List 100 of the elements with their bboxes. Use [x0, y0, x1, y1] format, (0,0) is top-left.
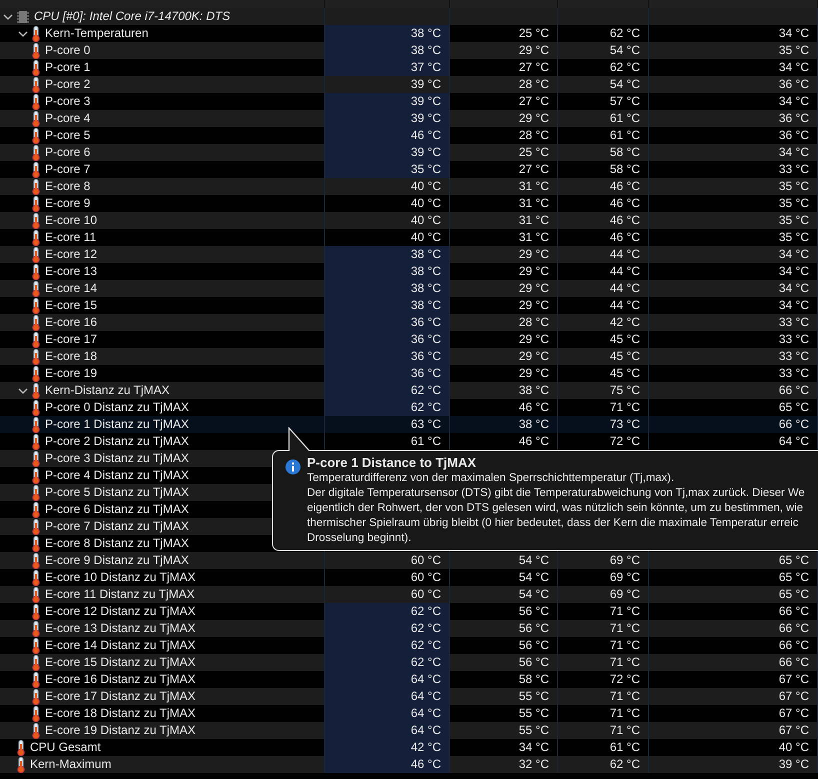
- value-cell: 38 °C: [325, 280, 450, 297]
- value-cell: 39 °C: [325, 110, 450, 127]
- sensor-label: E-core 11 Distanz zu TjMAX: [45, 586, 195, 603]
- table-row[interactable]: P-core 6 39 °C 25 °C 58 °C 34 °C: [0, 144, 818, 161]
- sensor-label: P-core 5: [45, 127, 90, 144]
- table-row[interactable]: E-core 17 Distanz zu TjMAX 64 °C 55 °C 71 °C 67 °C: [0, 688, 818, 705]
- sensor-label: E-core 12: [45, 246, 98, 263]
- sensor-label: E-core 15: [45, 297, 98, 314]
- table-row[interactable]: E-core 16 36 °C 28 °C 42 °C 33 °C: [0, 314, 818, 331]
- sensor-label: Kern-Maximum: [30, 756, 112, 773]
- sensor-label: P-core 0: [45, 42, 90, 59]
- value-cell: 37 °C: [325, 59, 450, 76]
- value-cell: 62 °C: [558, 756, 649, 773]
- value-cell: 39 °C: [325, 144, 450, 161]
- sensor-label: P-core 4: [45, 110, 90, 127]
- table-row[interactable]: Kern-Distanz zu TjMAX 62 °C 38 °C 75 °C 66 °C: [0, 382, 818, 399]
- sensor-label: P-core 6: [45, 144, 90, 161]
- value-cell: 42 °C: [325, 739, 450, 756]
- sensor-label: E-core 15 Distanz zu TjMAX: [45, 654, 196, 671]
- sensor-label: E-core 10: [45, 212, 98, 229]
- sensor-label: P-core 2 Distanz zu TjMAX: [45, 433, 189, 450]
- sensor-label: E-core 13 Distanz zu TjMAX: [45, 620, 196, 637]
- table-row[interactable]: E-core 13 Distanz zu TjMAX 62 °C 56 °C 71 °C 66 °C: [0, 620, 818, 637]
- table-row[interactable]: E-core 8 40 °C 31 °C 46 °C 35 °C: [0, 178, 818, 195]
- sensor-label: CPU Gesamt: [30, 739, 101, 756]
- chip-icon: [17, 10, 29, 24]
- sensor-label: E-core 19: [45, 365, 98, 382]
- sensor-label: E-core 16 Distanz zu TjMAX: [45, 671, 196, 688]
- sensor-label: E-core 16: [45, 314, 98, 331]
- device-label: CPU [#0]: Intel Core i7-14700K: DTS: [34, 8, 230, 25]
- sensor-label: E-core 14 Distanz zu TjMAX: [45, 637, 196, 654]
- value-cell: 39 °C: [325, 93, 450, 110]
- table-row[interactable]: P-core 2 39 °C 28 °C 54 °C 36 °C: [0, 76, 818, 93]
- value-cell: 64 °C: [325, 722, 450, 739]
- sensor-label: P-core 3: [45, 93, 90, 110]
- table-row[interactable]: E-core 10 40 °C 31 °C 46 °C 35 °C: [0, 212, 818, 229]
- sensor-label: E-core 11: [45, 229, 96, 246]
- sensor-label: E-core 19 Distanz zu TjMAX: [45, 722, 196, 739]
- value-cell: 62 °C: [325, 382, 450, 399]
- sensor-label: E-core 13: [45, 263, 98, 280]
- sensor-label: P-core 6 Distanz zu TjMAX: [45, 501, 189, 518]
- table-row[interactable]: P-core 0 38 °C 29 °C 54 °C 35 °C: [0, 42, 818, 59]
- table-row[interactable]: E-core 19 Distanz zu TjMAX 64 °C 55 °C 71 °C 67 °C: [0, 722, 818, 739]
- sensor-label: E-core 8 Distanz zu TjMAX: [45, 535, 189, 552]
- value-cell: 36 °C: [325, 365, 450, 382]
- table-row[interactable]: E-core 14 38 °C 29 °C 44 °C 34 °C: [0, 280, 818, 297]
- sensor-label: E-core 12 Distanz zu TjMAX: [45, 603, 196, 620]
- value-cell: 62 °C: [325, 637, 450, 654]
- table-row[interactable]: Kern-Maximum 46 °C 32 °C 62 °C 39 °C: [0, 756, 818, 773]
- sensor-label: E-core 14: [45, 280, 98, 297]
- value-cell: 46 °C: [325, 756, 450, 773]
- table-row[interactable]: P-core 4 39 °C 29 °C 61 °C 36 °C: [0, 110, 818, 127]
- value-cell: 35 °C: [325, 161, 450, 178]
- info-icon: [285, 459, 301, 475]
- column-header[interactable]: [558, 0, 649, 8]
- sensor-label: E-core 18 Distanz zu TjMAX: [45, 705, 196, 722]
- sensor-label: P-core 0 Distanz zu TjMAX: [45, 399, 189, 416]
- table-row[interactable]: E-core 11 Distanz zu TjMAX 60 °C 54 °C 69 °C 65 °C: [0, 586, 818, 603]
- column-header[interactable]: [649, 0, 818, 8]
- sensor-label: E-core 9: [45, 195, 90, 212]
- value-cell: 36 °C: [325, 314, 450, 331]
- value-cell: 46 °C: [325, 127, 450, 144]
- value-cell: 62 °C: [325, 399, 450, 416]
- value-cell: 38 °C: [325, 297, 450, 314]
- value-cell: 38 °C: [325, 42, 450, 59]
- value-cell: 36 °C: [325, 331, 450, 348]
- value-cell: 39 °C: [649, 756, 818, 773]
- sensor-label: P-core 1 Distanz zu TjMAX: [45, 416, 189, 433]
- table-row[interactable]: E-core 15 Distanz zu TjMAX 62 °C 56 °C 71 °C 66 °C: [0, 654, 818, 671]
- table-row[interactable]: CPU [#0]: Intel Core i7-14700K: DTS: [0, 8, 818, 25]
- table-row[interactable]: E-core 12 38 °C 29 °C 44 °C 34 °C: [0, 246, 818, 263]
- sensor-label: P-core 4 Distanz zu TjMAX: [45, 467, 189, 484]
- sensor-label: P-core 7: [45, 161, 90, 178]
- value-cell: 32 °C: [450, 756, 558, 773]
- sensor-label: Kern-Temperaturen: [45, 25, 148, 42]
- sensor-label: E-core 10 Distanz zu TjMAX: [45, 569, 196, 586]
- value-cell: 38 °C: [325, 25, 450, 42]
- sensor-label: E-core 9 Distanz zu TjMAX: [45, 552, 189, 569]
- table-row[interactable]: E-core 9 Distanz zu TjMAX 60 °C 54 °C 69 °C 65 °C: [0, 552, 818, 569]
- column-header[interactable]: [325, 0, 450, 8]
- column-header[interactable]: [450, 0, 558, 8]
- tooltip-text: Temperaturdifferenz von der maximalen Sperrschichttemperatur (Tj,max). Der digitale Temperatursensor (DTS) gibt die Temperaturabweichung von Tj,max zurück. Dieser We eigentlich der Rohwert, der von DTS gelesen wird, was nützlich sein könnte, um zu bestimmen, wie thermischer Spielraum übrig bleibt (0 hier bedeutet, dass der Kern die maximale Temperatur erreic Drosselung beginnt).: [307, 471, 805, 546]
- tooltip-title: P-core 1 Distance to TjMAX: [307, 455, 478, 471]
- value-cell: 36 °C: [325, 348, 450, 365]
- sensor-label: P-core 5 Distanz zu TjMAX: [45, 484, 189, 501]
- value-cell: 62 °C: [325, 654, 450, 671]
- sensor-label: P-core 7 Distanz zu TjMAX: [45, 518, 189, 535]
- sensor-label: E-core 17: [45, 331, 98, 348]
- value-cell: 62 °C: [325, 603, 450, 620]
- table-row[interactable]: E-core 18 36 °C 29 °C 45 °C 33 °C: [0, 348, 818, 365]
- selected-row[interactable]: P-core 1 Distanz zu TjMAX 63 °C 38 °C 73 °C 66 °C: [0, 416, 818, 433]
- value-cell: 38 °C: [325, 246, 450, 263]
- sensor-label: P-core 3 Distanz zu TjMAX: [45, 450, 189, 467]
- sensor-label: E-core 18: [45, 348, 98, 365]
- sensor-label: P-core 2: [45, 76, 90, 93]
- value-cell: 38 °C: [325, 263, 450, 280]
- value-cell: 64 °C: [325, 688, 450, 705]
- sensor-label: E-core 17 Distanz zu TjMAX: [45, 688, 196, 705]
- sensor-label: P-core 1: [45, 59, 90, 76]
- sensor-label: Kern-Distanz zu TjMAX: [45, 382, 170, 399]
